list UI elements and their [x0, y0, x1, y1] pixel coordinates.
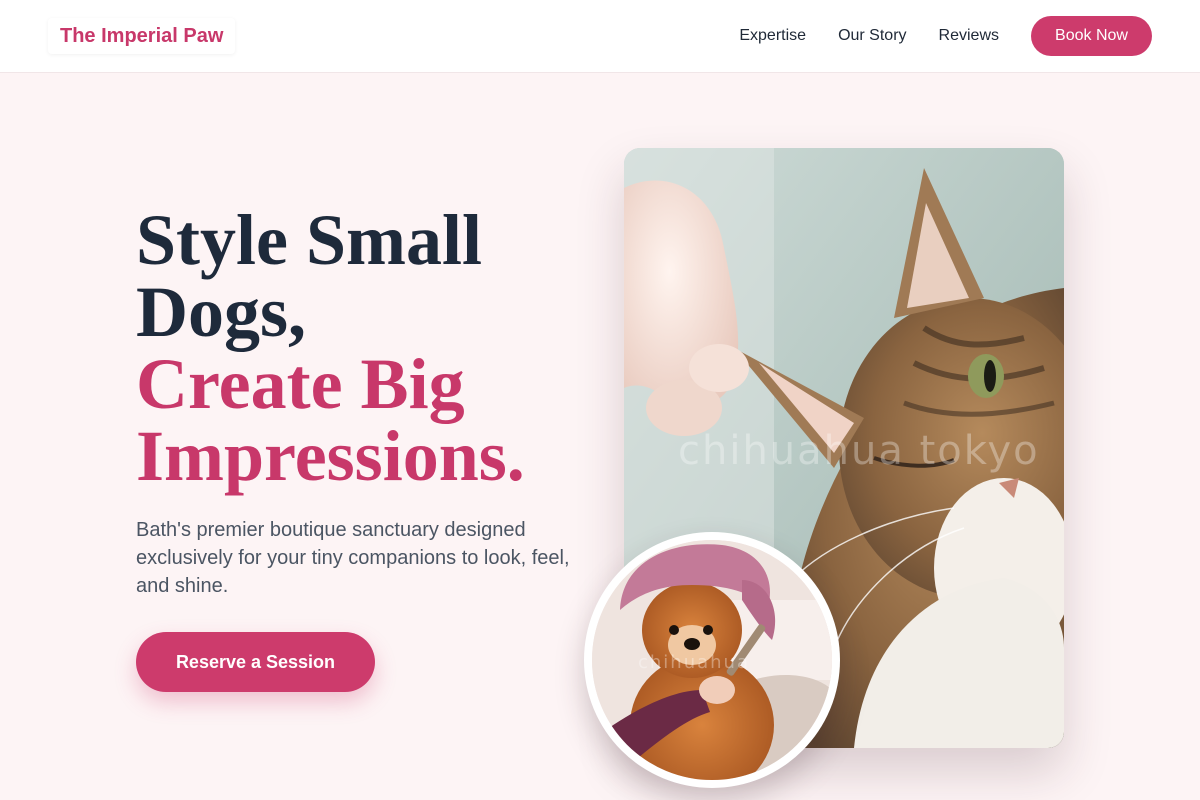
brand-logo[interactable]: The Imperial Paw	[48, 18, 236, 54]
hero-title-line-2: Dogs,	[136, 272, 307, 352]
dog-towel-photo-frame: chihuahua	[584, 532, 840, 788]
hero-title-line-1: Style Small	[136, 200, 483, 280]
book-now-button[interactable]: Book Now	[1031, 16, 1152, 56]
hero-title: Style Small Dogs, Create Big Impressions…	[136, 204, 586, 492]
dog-towel-photo: chihuahua	[592, 540, 832, 780]
nav-links: Expertise Our Story Reviews Book Now	[739, 16, 1152, 56]
photo-watermark: chihuahua tokyo	[678, 428, 1040, 474]
nav-link-reviews[interactable]: Reviews	[939, 16, 999, 56]
hero-subtitle: Bath's premier boutique sanctuary design…	[136, 519, 570, 597]
photo-watermark-small: chihuahua	[638, 652, 750, 673]
reserve-session-button[interactable]: Reserve a Session	[136, 632, 375, 692]
top-navbar: The Imperial Paw Expertise Our Story Rev…	[0, 0, 1200, 73]
hero-title-accent-1: Create Big	[136, 344, 465, 424]
hero-title-accent-2: Impressions.	[136, 416, 525, 496]
nav-link-expertise[interactable]: Expertise	[739, 16, 806, 56]
nav-link-our-story[interactable]: Our Story	[838, 16, 906, 56]
